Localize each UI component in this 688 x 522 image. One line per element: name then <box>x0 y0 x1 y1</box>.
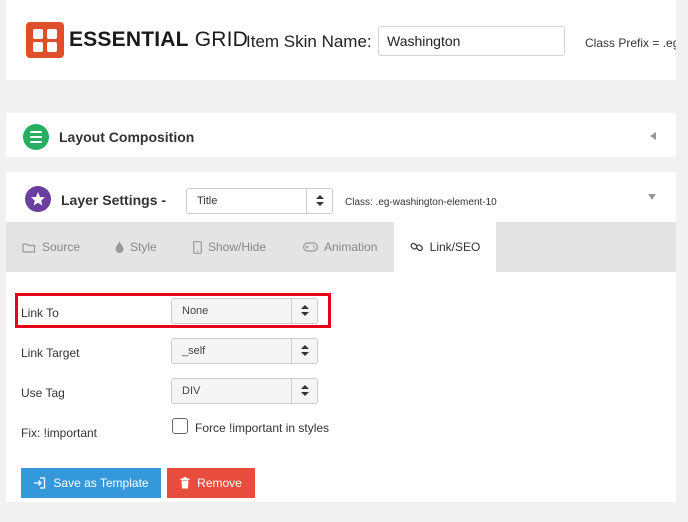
tab-source[interactable]: Source <box>22 222 80 272</box>
use-tag-label: Use Tag <box>21 386 65 400</box>
collapse-arrow-icon[interactable] <box>650 132 656 140</box>
layer-class-text: Class: .eg-washington-element-10 <box>345 197 497 208</box>
link-to-label: Link To <box>21 306 59 320</box>
link-to-select[interactable]: None <box>171 298 318 324</box>
fix-important-label: Fix: !important <box>21 426 98 440</box>
save-as-template-label: Save as Template <box>53 476 149 490</box>
tab-animation[interactable]: Animation <box>303 222 377 272</box>
sign-in-icon <box>34 477 46 489</box>
item-skin-name-label: Item Skin Name: <box>246 32 372 51</box>
logo-text: ESSENTIAL GRID <box>69 28 248 51</box>
tab-style[interactable]: Style <box>115 222 157 272</box>
save-as-template-button[interactable]: Save as Template <box>21 468 161 498</box>
header-bar: ESSENTIAL GRID Item Skin Name: Class Pre… <box>6 0 676 80</box>
essential-grid-logo-icon <box>26 22 64 58</box>
list-icon <box>23 124 49 150</box>
layer-select[interactable]: Title <box>186 188 333 214</box>
tab-animation-label: Animation <box>324 240 378 254</box>
force-important-checkbox[interactable] <box>172 418 188 434</box>
star-icon <box>25 186 51 212</box>
layer-settings-panel: Layer Settings - Title Class: .eg-washin… <box>6 172 676 502</box>
tab-show-hide-label: Show/Hide <box>208 240 267 254</box>
drop-icon <box>115 241 124 253</box>
tab-show-hide[interactable]: Show/Hide <box>193 222 266 272</box>
layer-settings-title: Layer Settings - <box>61 192 167 208</box>
folder-icon <box>22 242 36 253</box>
tab-source-label: Source <box>42 240 81 254</box>
select-arrows-icon <box>306 189 332 213</box>
remove-button[interactable]: Remove <box>167 468 255 498</box>
mobile-icon <box>193 240 202 254</box>
link-target-value: _self <box>182 345 206 357</box>
class-prefix-text: Class Prefix = .eg-w <box>585 36 676 50</box>
layer-tabs: Source Style Show/Hide Animation Link/SE… <box>6 222 676 272</box>
link-target-select[interactable]: _self <box>171 338 318 364</box>
layout-composition-title: Layout Composition <box>59 129 195 145</box>
link-to-value: None <box>182 305 209 317</box>
use-tag-select[interactable]: DIV <box>171 378 318 404</box>
use-tag-value: DIV <box>182 385 201 397</box>
select-arrows-icon <box>291 379 317 403</box>
tab-style-label: Style <box>130 240 157 254</box>
trash-icon <box>180 477 190 489</box>
link-icon <box>410 242 423 252</box>
layer-select-value: Title <box>197 195 218 207</box>
tab-link-seo-label: Link/SEO <box>429 240 481 254</box>
item-skin-name-input[interactable] <box>378 26 565 56</box>
select-arrows-icon <box>291 339 317 363</box>
expand-arrow-icon[interactable] <box>648 194 656 200</box>
layout-composition-panel[interactable]: Layout Composition <box>6 113 676 157</box>
gamepad-icon <box>303 242 318 252</box>
remove-label: Remove <box>197 476 242 490</box>
link-target-label: Link Target <box>21 346 80 360</box>
select-arrows-icon <box>291 299 317 323</box>
force-important-label: Force !important in styles <box>195 421 330 435</box>
tab-link-seo[interactable]: Link/SEO <box>394 222 496 272</box>
